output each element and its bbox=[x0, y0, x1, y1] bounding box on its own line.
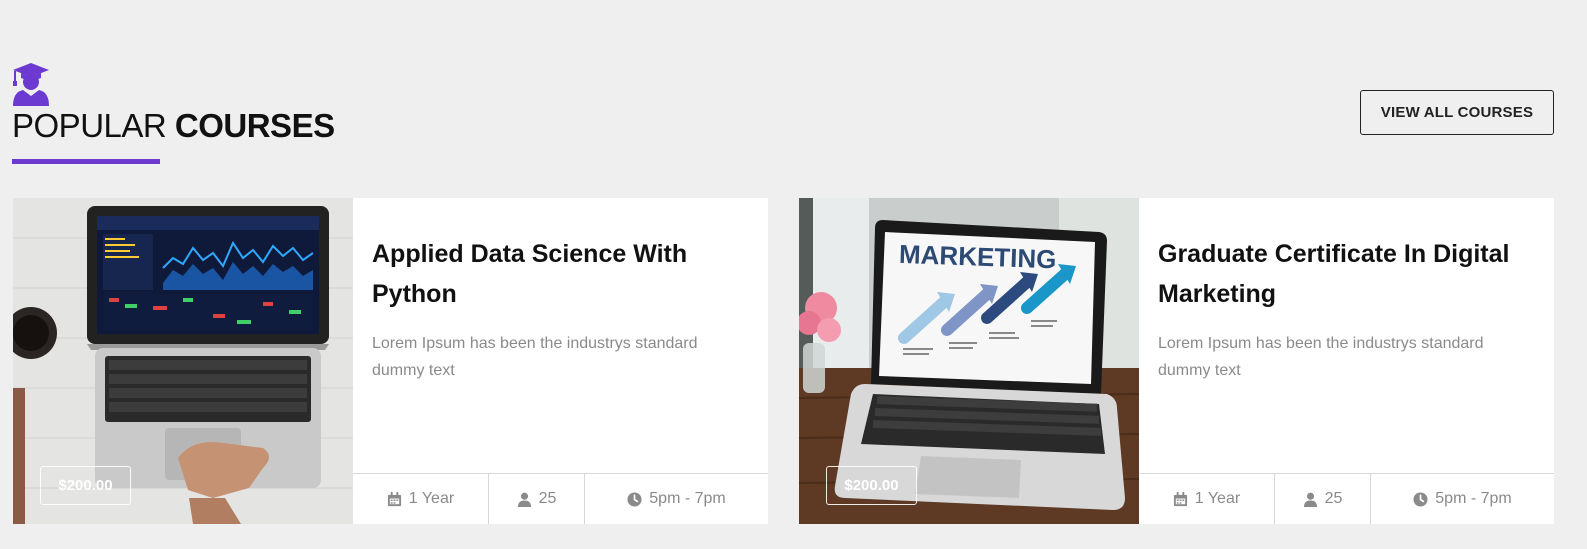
course-body: Applied Data Science With Python Lorem I… bbox=[353, 198, 768, 524]
calendar-icon bbox=[1173, 491, 1187, 506]
view-all-courses-button[interactable]: VIEW ALL COURSES bbox=[1360, 90, 1554, 135]
calendar-icon bbox=[387, 491, 401, 506]
course-description: Lorem Ipsum has been the industrys stand… bbox=[1158, 335, 1484, 379]
price-badge: $200.00 bbox=[40, 466, 131, 505]
duration-text: 1 Year bbox=[408, 490, 455, 507]
duration-meta: 1 Year bbox=[353, 474, 489, 524]
course-title[interactable]: Graduate Certificate In Digital Marketin… bbox=[1158, 234, 1538, 314]
course-body: Graduate Certificate In Digital Marketin… bbox=[1139, 198, 1554, 524]
course-title[interactable]: Applied Data Science With Python bbox=[372, 234, 752, 314]
duration-text: 1 Year bbox=[1194, 490, 1241, 507]
course-card[interactable]: MARKETING $200.00 Graduate Certificate I… bbox=[799, 198, 1554, 524]
course-meta: 1 Year 25 5pm - 7pm bbox=[353, 473, 768, 524]
marketing-slide-text: MARKETING bbox=[899, 239, 1057, 274]
graduate-icon bbox=[13, 63, 49, 106]
course-description: Lorem Ipsum has been the industrys stand… bbox=[372, 335, 698, 379]
price-badge: $200.00 bbox=[826, 466, 917, 505]
section-title-light: POPULAR bbox=[12, 107, 167, 144]
students-meta: 25 bbox=[489, 474, 585, 524]
section-title: POPULAR COURSES bbox=[12, 106, 335, 146]
user-icon bbox=[517, 492, 531, 507]
time-meta: 5pm - 7pm bbox=[585, 474, 768, 524]
clock-icon bbox=[1413, 491, 1428, 507]
course-image[interactable]: MARKETING $200.00 bbox=[799, 198, 1139, 524]
time-meta: 5pm - 7pm bbox=[1371, 474, 1554, 524]
students-meta: 25 bbox=[1275, 474, 1371, 524]
course-image[interactable]: $200.00 bbox=[13, 198, 353, 524]
time-text: 5pm - 7pm bbox=[649, 490, 726, 507]
time-text: 5pm - 7pm bbox=[1435, 490, 1512, 507]
course-card[interactable]: $200.00 Applied Data Science With Python… bbox=[13, 198, 768, 524]
clock-icon bbox=[627, 491, 642, 507]
title-underline bbox=[12, 159, 160, 164]
duration-meta: 1 Year bbox=[1139, 474, 1275, 524]
students-count: 25 bbox=[538, 490, 557, 507]
students-count: 25 bbox=[1324, 490, 1343, 507]
course-meta: 1 Year 25 5pm - 7pm bbox=[1139, 473, 1554, 524]
section-title-bold: COURSES bbox=[174, 107, 335, 144]
user-icon bbox=[1303, 492, 1317, 507]
